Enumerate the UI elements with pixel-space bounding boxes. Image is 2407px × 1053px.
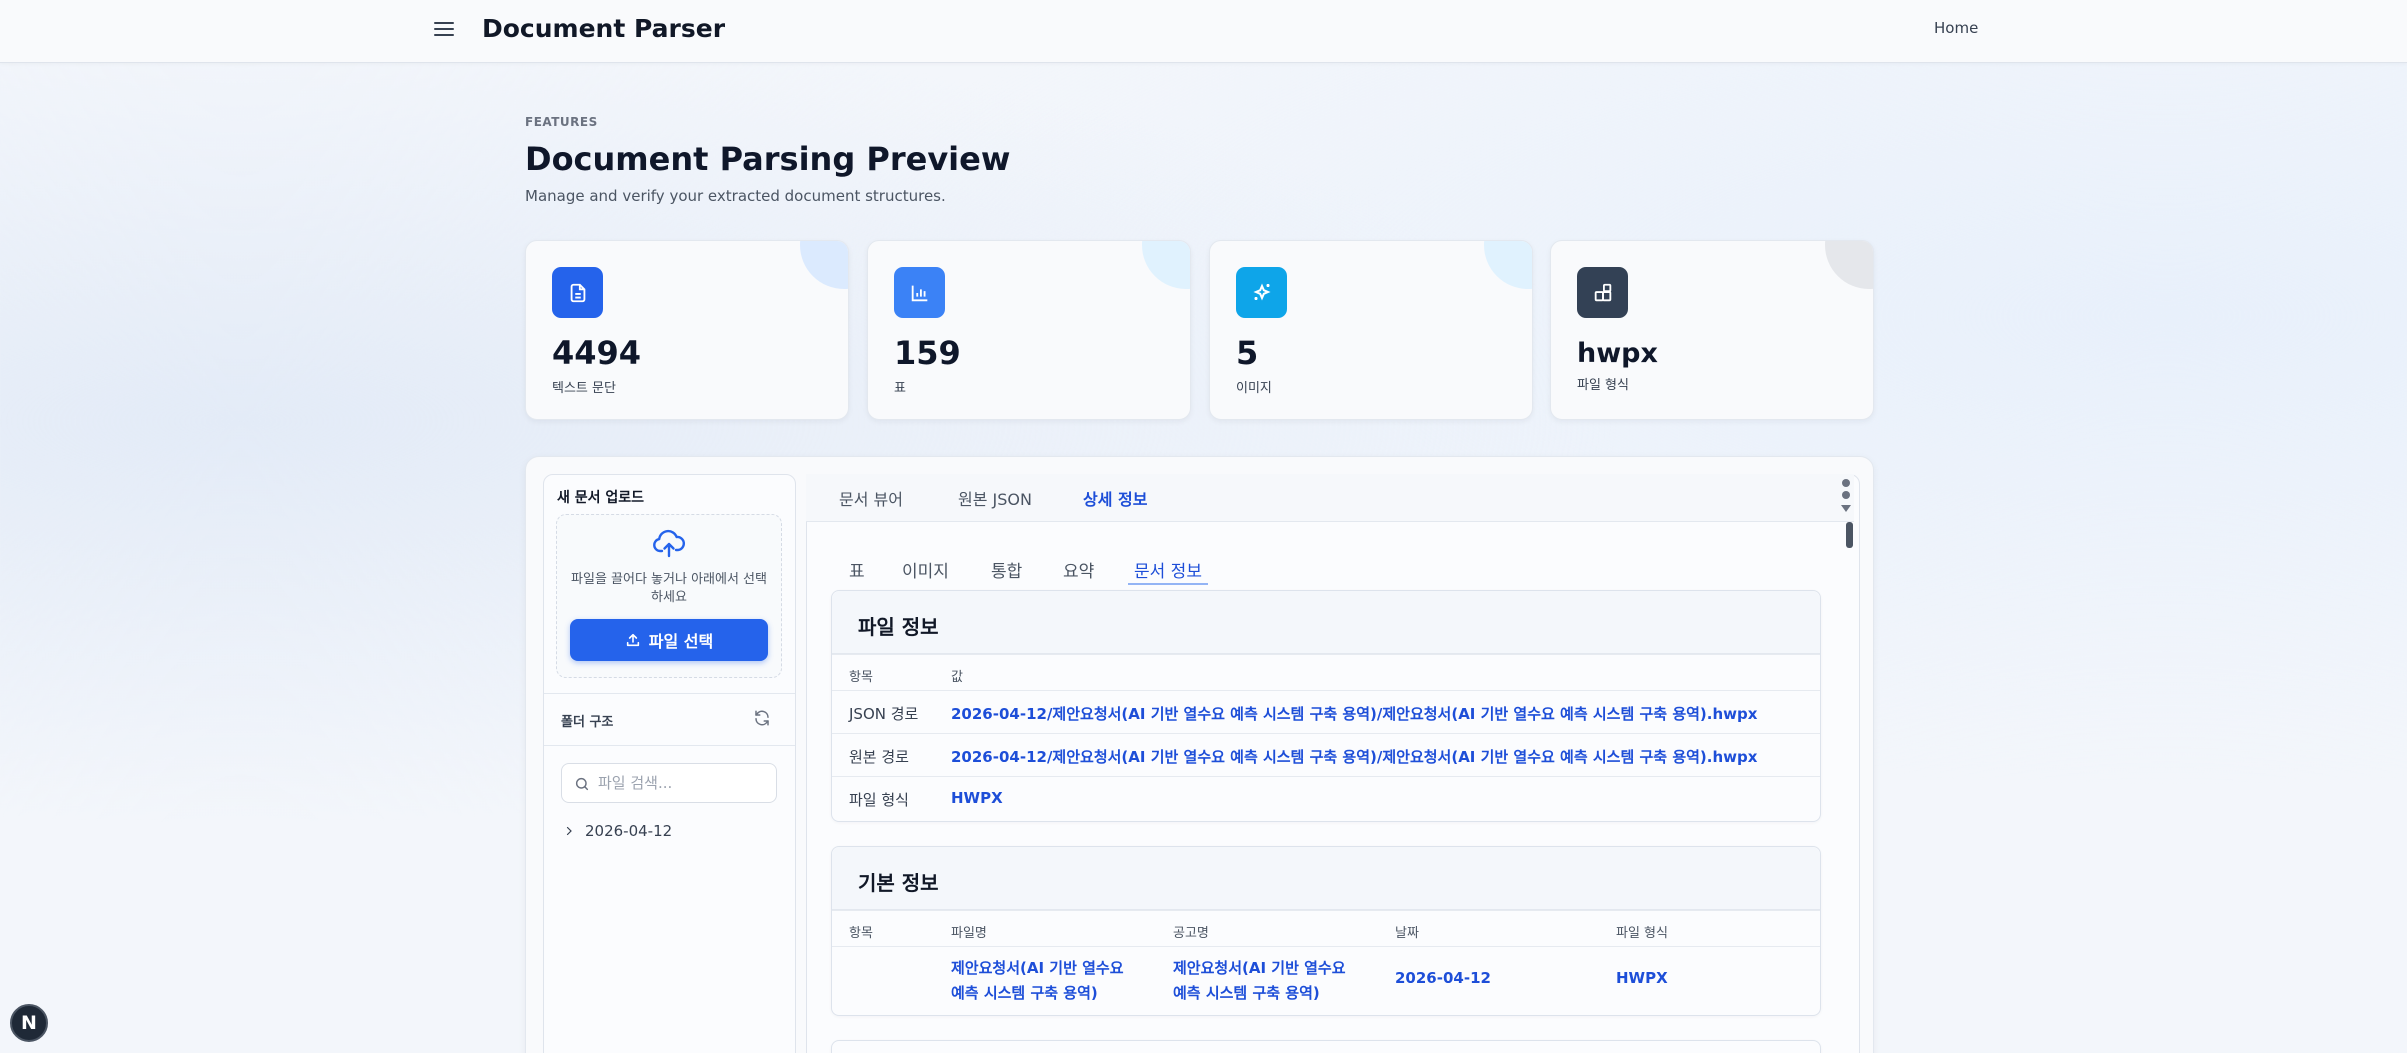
column-header: 항목 bbox=[849, 926, 873, 941]
scrollbar-thumb[interactable] bbox=[1846, 522, 1853, 548]
page-title: Document Parsing Preview bbox=[525, 140, 1011, 178]
column-header: 파일 형식 bbox=[1616, 926, 1668, 941]
tab-raw-json[interactable]: 원본 JSON bbox=[958, 486, 1032, 510]
row-key: JSON 경로 bbox=[849, 705, 919, 723]
column-header: 항목 bbox=[849, 670, 873, 685]
top-navigation-bar: Document Parser Home bbox=[0, 0, 2407, 63]
nav-link-home[interactable]: Home bbox=[1934, 19, 1978, 37]
stat-label: 표 bbox=[894, 381, 906, 396]
app-brand[interactable]: Document Parser bbox=[482, 14, 725, 43]
section-title: 기본 정보 bbox=[858, 871, 939, 895]
framework-badge-icon[interactable]: N bbox=[10, 1004, 48, 1042]
cloud-upload-icon bbox=[652, 529, 686, 559]
divider bbox=[832, 690, 1820, 691]
bar-chart-icon bbox=[894, 267, 945, 318]
subtab-document-info[interactable]: 문서 정보 bbox=[1134, 557, 1202, 582]
file-search-input[interactable] bbox=[598, 772, 768, 794]
sparkles-icon bbox=[1236, 267, 1287, 318]
document-icon bbox=[552, 267, 603, 318]
stat-card-tables: 159 표 bbox=[867, 240, 1191, 420]
stat-card-images: 5 이미지 bbox=[1209, 240, 1533, 420]
folder-tree-item[interactable]: 2026-04-12 bbox=[563, 820, 672, 842]
section-title: 파일 정보 bbox=[858, 615, 939, 639]
divider bbox=[832, 776, 1820, 777]
chevron-right-icon[interactable] bbox=[563, 825, 575, 837]
next-section bbox=[831, 1040, 1821, 1053]
stat-label: 파일 형식 bbox=[1577, 378, 1629, 393]
row-key: 파일 형식 bbox=[849, 791, 909, 809]
folder-tree-item-label: 2026-04-12 bbox=[585, 822, 673, 840]
subtab-combined[interactable]: 통합 bbox=[991, 557, 1022, 582]
refresh-icon[interactable] bbox=[753, 709, 771, 727]
upload-title: 새 문서 업로드 bbox=[557, 490, 645, 506]
file-select-label: 파일 선택 bbox=[648, 632, 714, 651]
search-icon bbox=[575, 777, 589, 791]
basic-info-section: 기본 정보 항목 파일명 공고명 날짜 파일 형식 제안요청서(AI 기반 열수… bbox=[831, 846, 1821, 1016]
format-value: HWPX bbox=[1616, 969, 1668, 987]
subtab-images[interactable]: 이미지 bbox=[902, 557, 949, 582]
divider bbox=[832, 733, 1820, 734]
tab-document-viewer[interactable]: 문서 뷰어 bbox=[839, 486, 903, 510]
active-subtab-indicator bbox=[1128, 583, 1208, 585]
file-select-button[interactable]: 파일 선택 bbox=[570, 619, 768, 661]
card-decoration bbox=[1484, 241, 1532, 289]
stat-value: 4494 bbox=[552, 334, 642, 372]
section-eyebrow: FEATURES bbox=[525, 115, 598, 129]
stat-value: 159 bbox=[894, 334, 961, 372]
stat-label: 이미지 bbox=[1236, 381, 1272, 396]
filename-value: 예측 시스템 구축 용역) bbox=[951, 984, 1098, 1002]
file-format-value: HWPX bbox=[951, 789, 1003, 807]
json-path-value: 2026-04-12/제안요청서(AI 기반 열수요 예측 시스템 구축 용역)… bbox=[951, 705, 1758, 723]
tab-details[interactable]: 상세 정보 bbox=[1083, 486, 1147, 510]
file-search-box[interactable] bbox=[561, 763, 777, 803]
stat-card-paragraphs: 4494 텍스트 문단 bbox=[525, 240, 849, 420]
divider bbox=[832, 654, 1820, 655]
card-decoration bbox=[1142, 241, 1190, 289]
stat-label: 텍스트 문단 bbox=[552, 381, 616, 396]
stat-value: 5 bbox=[1236, 334, 1259, 372]
stat-value: hwpx bbox=[1577, 338, 1658, 369]
card-decoration bbox=[800, 241, 848, 289]
section-header bbox=[832, 591, 1820, 654]
divider bbox=[544, 693, 795, 694]
folder-structure-title: 폴더 구조 bbox=[561, 715, 614, 730]
section-header bbox=[832, 847, 1820, 910]
subtab-summary[interactable]: 요약 bbox=[1063, 557, 1094, 582]
source-path-value: 2026-04-12/제안요청서(AI 기반 열수요 예측 시스템 구축 용역)… bbox=[951, 748, 1758, 766]
upload-instruction: 파일을 끌어다 놓거나 아래에서 선택하세요 bbox=[571, 572, 767, 605]
column-header: 날짜 bbox=[1395, 926, 1419, 941]
column-header: 파일명 bbox=[951, 926, 987, 941]
card-decoration bbox=[1825, 241, 1873, 289]
blocks-icon bbox=[1577, 267, 1628, 318]
page-subtitle: Manage and verify your extracted documen… bbox=[525, 187, 946, 205]
column-header: 공고명 bbox=[1173, 926, 1209, 941]
divider bbox=[832, 910, 1820, 911]
file-info-section: 파일 정보 항목 값 JSON 경로 2026-04-12/제안요청서(AI 기… bbox=[831, 590, 1821, 822]
column-header: 값 bbox=[951, 670, 963, 685]
row-key: 원본 경로 bbox=[849, 748, 909, 766]
stat-card-file-format: hwpx 파일 형식 bbox=[1550, 240, 1874, 420]
scroll-up-icon[interactable] bbox=[1840, 478, 1852, 514]
notice-value: 제안요청서(AI 기반 열수요 bbox=[1173, 959, 1346, 977]
notice-value: 예측 시스템 구축 용역) bbox=[1173, 984, 1320, 1002]
upload-icon bbox=[626, 633, 639, 647]
divider bbox=[544, 745, 795, 746]
subtab-tables[interactable]: 표 bbox=[849, 557, 865, 582]
date-value: 2026-04-12 bbox=[1395, 969, 1491, 987]
filename-value: 제안요청서(AI 기반 열수요 bbox=[951, 959, 1124, 977]
hamburger-menu-icon[interactable] bbox=[432, 18, 456, 40]
divider bbox=[832, 946, 1820, 947]
